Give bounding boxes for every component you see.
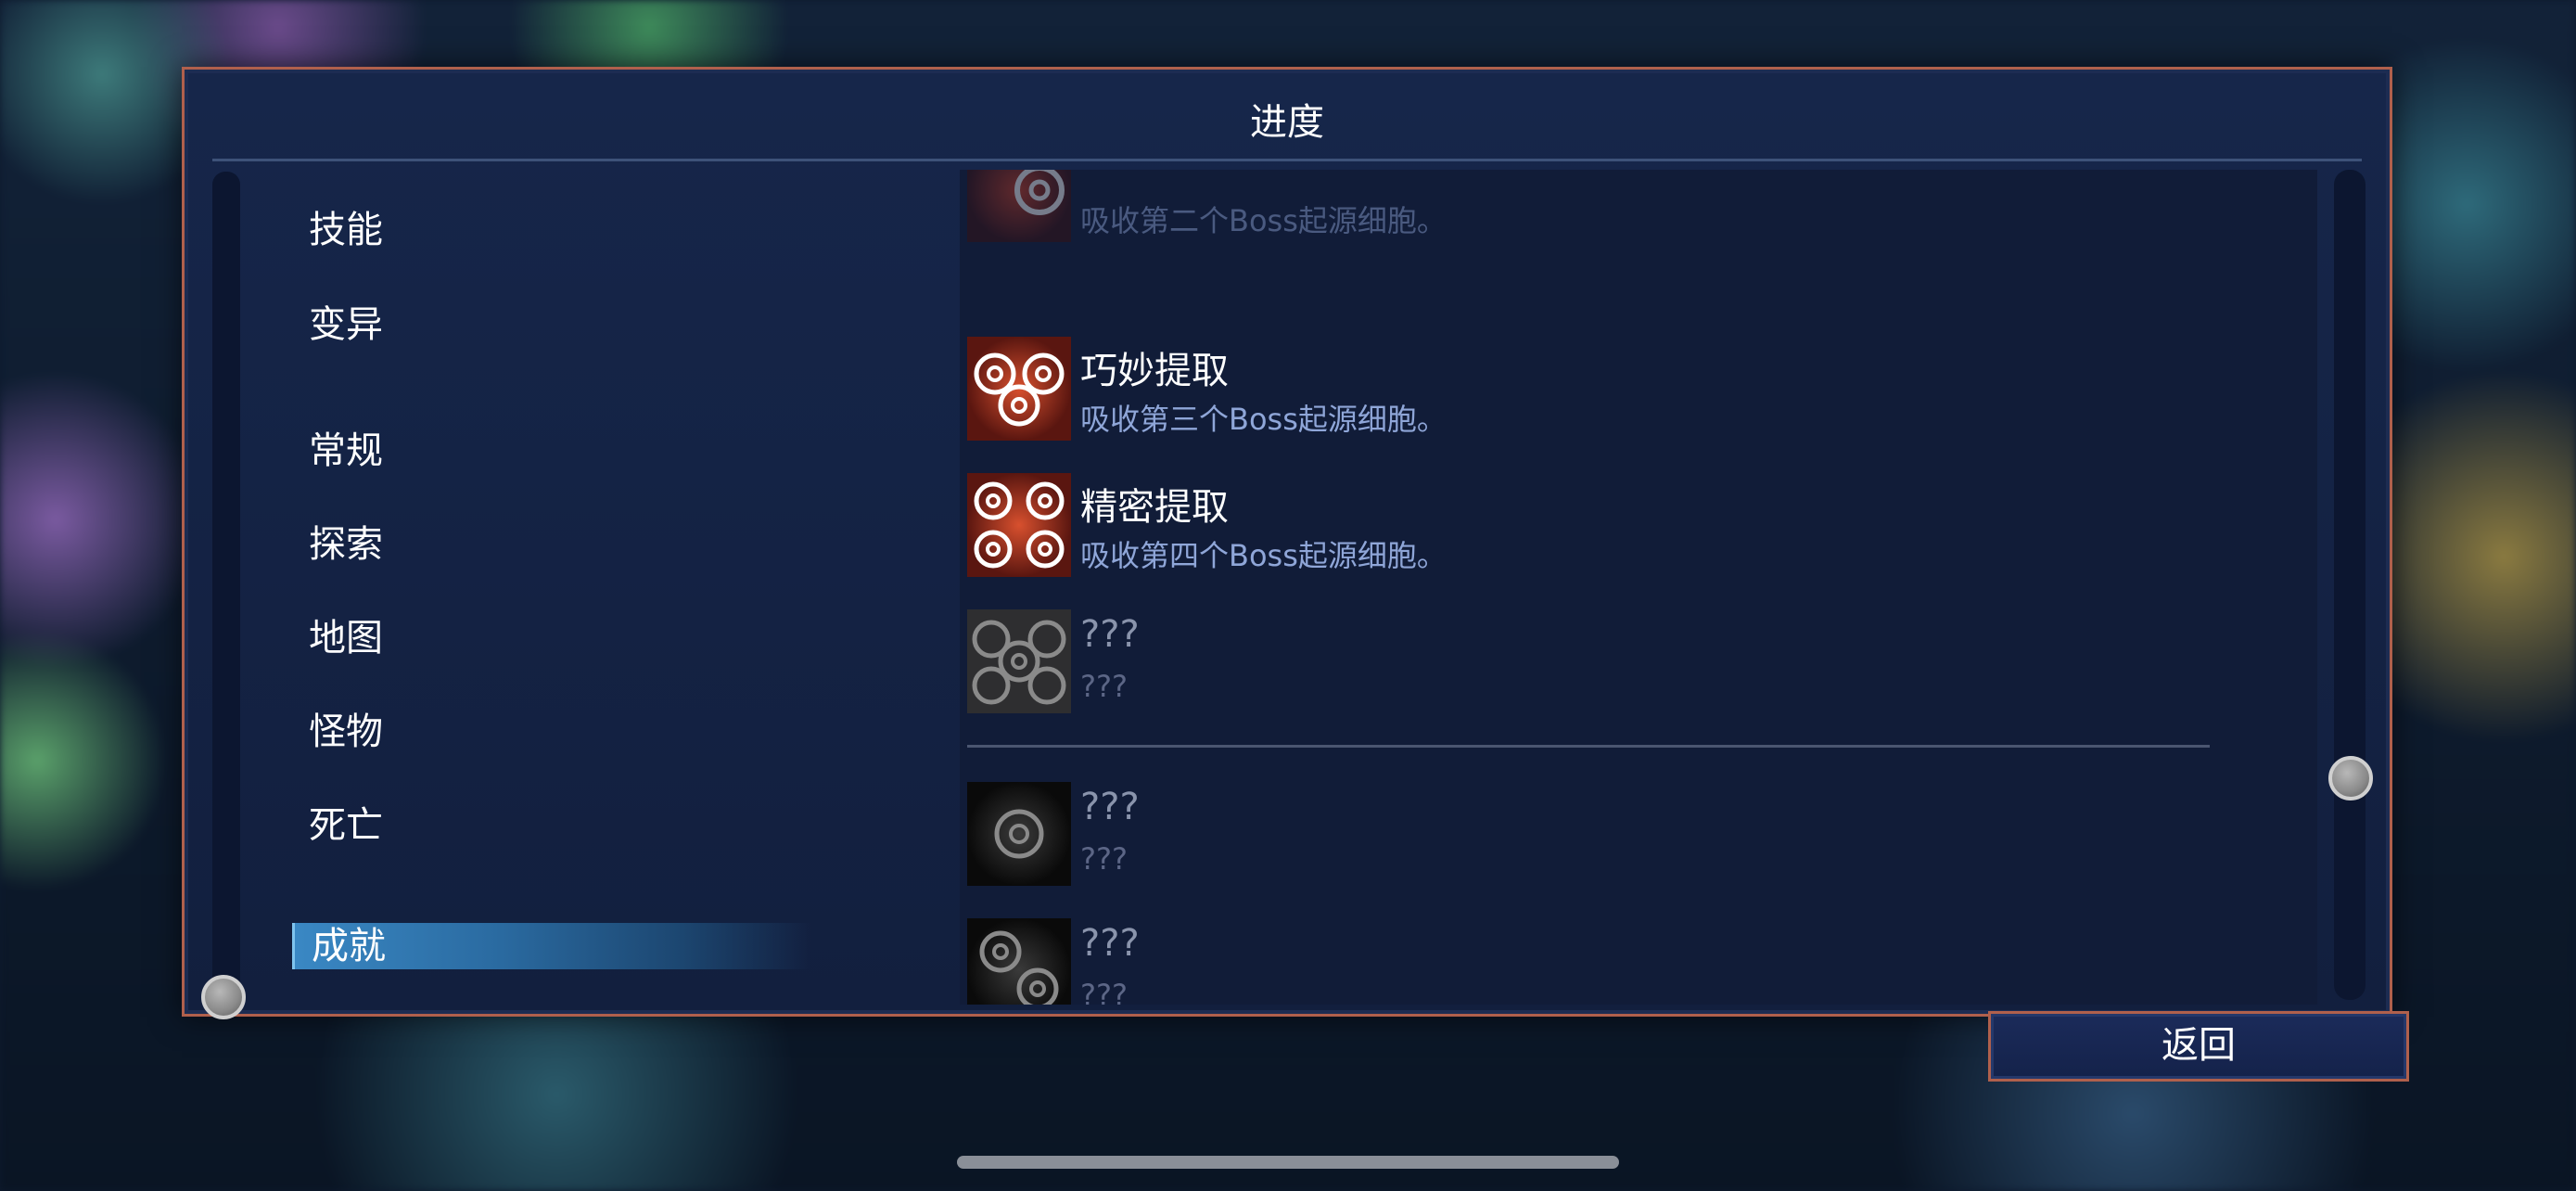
title-divider bbox=[212, 159, 2362, 161]
progress-panel: 进度 技能 变异 常规 探索 地图 怪物 死亡 成就 吸收第二个Boss起源细胞… bbox=[182, 67, 2392, 1019]
red-origin-cell-icon bbox=[967, 473, 1071, 577]
nav-item-achievements[interactable]: 成就 bbox=[292, 923, 811, 969]
back-button[interactable]: 返回 bbox=[1988, 1011, 2409, 1082]
achievement-description: 吸收第四个Boss起源细胞。 bbox=[1080, 538, 1447, 573]
grey-cell-icon bbox=[967, 782, 1071, 886]
achievement-entry-locked[interactable]: ??? ??? bbox=[967, 609, 2173, 713]
nav-item-monsters[interactable]: 怪物 bbox=[309, 701, 383, 755]
nav-item-exploration[interactable]: 探索 bbox=[309, 514, 383, 568]
achievement-entry-locked[interactable]: ??? ??? bbox=[967, 782, 2173, 886]
achievement-description: 吸收第二个Boss起源细胞。 bbox=[1080, 203, 1447, 238]
grey-cell-icon bbox=[967, 918, 1071, 1005]
achievement-entry[interactable]: 巧妙提取 吸收第三个Boss起源细胞。 bbox=[967, 337, 2173, 441]
nav-item-map[interactable]: 地图 bbox=[309, 608, 383, 661]
nav-item-mutations[interactable]: 变异 bbox=[309, 294, 383, 348]
achievement-list[interactable]: 吸收第二个Boss起源细胞。 巧妙提取 吸收第三个Boss起源细胞。 精密提取 … bbox=[960, 170, 2317, 1005]
achievement-name: 精密提取 bbox=[1080, 486, 1229, 529]
left-scrollbar-track[interactable] bbox=[212, 172, 240, 997]
grey-origin-cell-icon bbox=[967, 609, 1071, 713]
achievement-entry[interactable]: 精密提取 吸收第四个Boss起源细胞。 bbox=[967, 473, 2173, 577]
red-origin-cell-icon bbox=[967, 170, 1071, 242]
achievement-name: ??? bbox=[1080, 613, 1140, 656]
achievement-name: ??? bbox=[1080, 922, 1140, 965]
left-scroll-knob[interactable] bbox=[201, 975, 246, 1019]
home-indicator[interactable] bbox=[957, 1156, 1619, 1169]
achievement-description: 吸收第三个Boss起源细胞。 bbox=[1080, 402, 1447, 437]
achievement-name: 巧妙提取 bbox=[1080, 350, 1229, 392]
nav-item-skills[interactable]: 技能 bbox=[309, 199, 383, 253]
red-origin-cell-icon bbox=[967, 337, 1071, 441]
panel-title: 进度 bbox=[1250, 101, 1324, 144]
achievement-name: ??? bbox=[1080, 786, 1140, 828]
right-scrollbar-track[interactable] bbox=[2334, 170, 2366, 1000]
achievement-entry[interactable]: 吸收第二个Boss起源细胞。 bbox=[967, 170, 2173, 242]
achievement-description: ??? bbox=[1080, 669, 1128, 704]
nav-item-deaths[interactable]: 死亡 bbox=[309, 795, 383, 849]
achievement-entry-locked[interactable]: ??? ??? bbox=[967, 918, 2173, 1005]
achievement-description: ??? bbox=[1080, 978, 1128, 1005]
achievement-description: ??? bbox=[1080, 841, 1128, 877]
list-separator bbox=[967, 745, 2210, 748]
nav-item-general[interactable]: 常规 bbox=[309, 420, 383, 474]
right-scroll-knob[interactable] bbox=[2328, 756, 2373, 800]
